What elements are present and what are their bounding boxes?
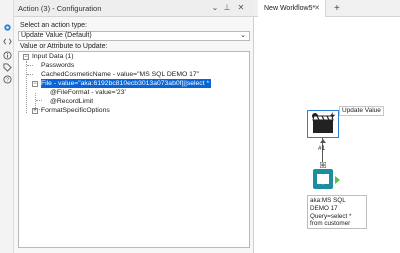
book-icon — [317, 174, 329, 185]
action-type-select[interactable]: Update Value (Default) ⌄ — [18, 31, 250, 41]
tree-guide-line — [26, 61, 27, 113]
description-line: from customer — [310, 220, 351, 228]
collapse-toggle[interactable]: − — [32, 81, 38, 87]
input-data-tool[interactable] — [313, 169, 333, 189]
tree-item-file[interactable]: File - value="aka:6192bc810ecb3013a073ab… — [41, 79, 212, 88]
tool-annotation: Update Value — [339, 106, 384, 116]
close-icon[interactable]: ✕ — [314, 0, 320, 17]
chevron-down-icon[interactable]: ⌄ — [210, 3, 220, 13]
description-line: DEMO 17 — [310, 204, 338, 212]
tree-guide-line — [27, 65, 33, 66]
action-type-label: Select an action type: — [20, 22, 87, 29]
help-icon[interactable]: ? — [2, 74, 12, 84]
add-tab-button[interactable]: + — [334, 0, 340, 17]
left-icon-rail: ? — [0, 0, 14, 253]
tree-item-record-limit[interactable]: @RecordLimit — [50, 97, 93, 106]
input-description: aka:MS SQL DEMO 17 Query=select * from c… — [307, 195, 367, 229]
pin-icon[interactable]: ⊥ — [222, 3, 232, 13]
close-icon[interactable]: ✕ — [236, 3, 246, 13]
chevron-down-icon: ⌄ — [240, 32, 246, 39]
connection-label: #1 — [318, 145, 326, 152]
tree-item-format-specific-options[interactable]: FormatSpecificOptions — [41, 106, 110, 115]
connector-anchor-icon — [320, 162, 326, 168]
action-tool[interactable] — [307, 110, 339, 138]
panel-title: Action (3) - Configuration — [18, 3, 102, 13]
chevron-up-icon — [320, 139, 326, 143]
lightning-icon — [329, 112, 336, 119]
action-type-value: Update Value (Default) — [21, 32, 92, 39]
svg-text:?: ? — [5, 77, 8, 83]
tag-icon[interactable] — [2, 62, 12, 72]
tree-guide-line — [36, 100, 42, 101]
description-line: Query=select * — [310, 212, 352, 220]
tab-new-workflow5[interactable]: New Workflow5* ✕ — [258, 0, 326, 17]
output-anchor-icon[interactable] — [335, 176, 341, 184]
collapse-toggle[interactable]: − — [23, 54, 29, 60]
tree-guide-line — [27, 74, 33, 75]
workflow-tab-bar: New Workflow5* ✕ + — [254, 0, 400, 17]
tree-item-input-data[interactable]: Input Data (1) — [32, 52, 74, 61]
tree-item-file-format[interactable]: @FileFormat - value='23' — [50, 88, 126, 97]
configuration-panel: Action (3) - Configuration ⌄ ⊥ ✕ Select … — [14, 0, 254, 253]
value-attribute-label: Value or Attribute to Update: — [20, 43, 108, 50]
info-icon[interactable] — [2, 50, 12, 60]
tree-item-cached-cosmetic-name[interactable]: CachedCosmeticName - value="MS SQL DEMO … — [41, 70, 199, 79]
gear-icon[interactable] — [2, 22, 12, 32]
panel-header: Action (3) - Configuration ⌄ ⊥ ✕ — [14, 0, 254, 17]
description-line: aka:MS SQL — [310, 197, 346, 204]
expand-toggle[interactable]: + — [32, 108, 38, 114]
tree-item-passwords[interactable]: Passwords — [41, 61, 74, 70]
attribute-tree[interactable]: − Input Data (1) Passwords CachedCosmeti… — [18, 51, 250, 248]
code-icon[interactable] — [2, 36, 12, 46]
tab-label: New Workflow5* — [264, 5, 316, 12]
